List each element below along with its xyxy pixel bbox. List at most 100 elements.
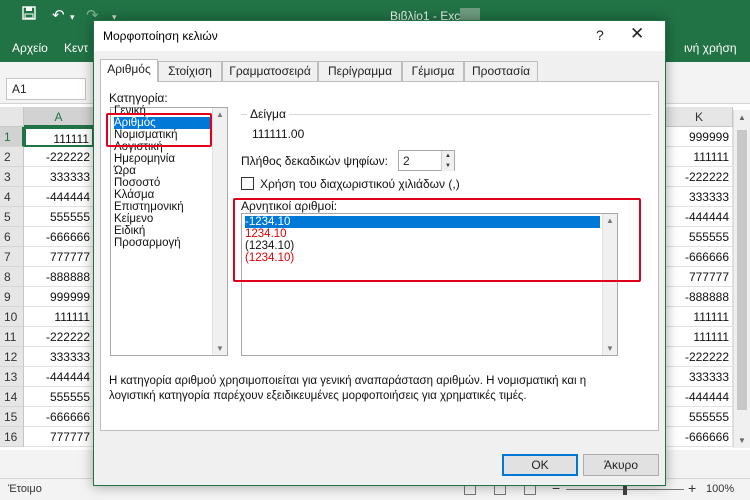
tab-number[interactable]: Αριθμός xyxy=(100,59,158,82)
row-header[interactable]: 5 xyxy=(0,207,24,227)
thousands-separator-checkbox[interactable] xyxy=(241,177,254,190)
category-item[interactable]: Ημερομηνία xyxy=(114,153,175,165)
cell-col-k[interactable]: 333333 xyxy=(666,187,733,207)
cell-col-a[interactable]: 555555 xyxy=(24,387,94,407)
status-ready: Έτοιμο xyxy=(8,483,42,495)
column-header-k[interactable]: K xyxy=(666,107,733,127)
cell-col-a[interactable]: 777777 xyxy=(24,427,94,447)
save-icon[interactable] xyxy=(22,6,36,24)
cell-col-a[interactable]: -444444 xyxy=(24,367,94,387)
row-header[interactable]: 8 xyxy=(0,267,24,287)
row-header[interactable]: 16 xyxy=(0,427,24,447)
close-icon[interactable]: ✕ xyxy=(630,24,644,44)
cell-col-k[interactable]: 555555 xyxy=(666,407,733,427)
cell-col-a[interactable]: 777777 xyxy=(24,247,94,267)
category-list-scrollbar[interactable]: ▲ ▼ xyxy=(212,108,227,355)
decimal-places-label: Πλήθος δεκαδικών ψηφίων: xyxy=(241,154,388,168)
sample-value: 111111.00 xyxy=(252,127,305,141)
cell-col-k[interactable]: 999999 xyxy=(666,127,733,147)
zoom-in-icon[interactable]: + xyxy=(688,480,696,496)
row-header[interactable]: 3 xyxy=(0,167,24,187)
category-item[interactable]: Επιστημονική xyxy=(114,201,184,213)
stepper-up-icon[interactable]: ▲ xyxy=(441,151,454,161)
cell-col-k[interactable]: 111111 xyxy=(666,147,733,167)
stepper-down-icon[interactable]: ▼ xyxy=(441,161,454,171)
tab-font[interactable]: Γραμματοσειρά xyxy=(222,61,318,81)
row-header[interactable]: 4 xyxy=(0,187,24,207)
cell-col-a[interactable]: -666666 xyxy=(24,407,94,427)
cell-col-k[interactable]: 333333 xyxy=(666,367,733,387)
ok-button[interactable]: OK xyxy=(502,454,578,476)
cell-col-k[interactable]: -666666 xyxy=(666,427,733,447)
row-header[interactable]: 12 xyxy=(0,347,24,367)
cell-col-k[interactable]: 111111 xyxy=(666,327,733,347)
thousands-separator-label[interactable]: Χρήση του διαχωριστικού χιλιάδων (,) xyxy=(260,177,460,191)
cell-col-a[interactable]: -444444 xyxy=(24,187,94,207)
highlight-number-category xyxy=(106,113,212,147)
row-header[interactable]: 6 xyxy=(0,227,24,247)
category-item[interactable]: Ειδική xyxy=(114,225,145,237)
scroll-down-icon[interactable]: ▼ xyxy=(738,436,746,445)
row-header[interactable]: 15 xyxy=(0,407,24,427)
cell-col-a[interactable]: 333333 xyxy=(24,347,94,367)
ribbon-tab-file[interactable]: Αρχείο xyxy=(12,41,48,55)
row-header[interactable]: 13 xyxy=(0,367,24,387)
column-header-a[interactable]: A xyxy=(24,107,94,127)
sample-label: Δείγμα xyxy=(247,107,289,121)
category-item[interactable]: Κείμενο xyxy=(114,213,153,225)
row-header[interactable]: 11 xyxy=(0,327,24,347)
cell-col-k[interactable]: -444444 xyxy=(666,207,733,227)
category-item[interactable]: Ποσοστό xyxy=(114,177,160,189)
category-item[interactable]: Προσαρμογή xyxy=(114,237,181,249)
cell-col-k[interactable]: 111111 xyxy=(666,307,733,327)
row-header[interactable]: 10 xyxy=(0,307,24,327)
cell-col-a[interactable]: 999999 xyxy=(24,287,94,307)
name-box[interactable]: A1 xyxy=(6,78,86,100)
category-label: Κατηγορία: xyxy=(109,91,168,105)
cell-col-a[interactable]: -666666 xyxy=(24,227,94,247)
ribbon-tab-shared[interactable]: ινή χρήση xyxy=(684,41,737,55)
scroll-up-icon[interactable]: ▲ xyxy=(216,110,224,119)
vertical-scrollbar[interactable]: ▲ ▼ xyxy=(733,110,750,448)
row-header[interactable]: 7 xyxy=(0,247,24,267)
category-item[interactable]: Ώρα xyxy=(114,165,136,177)
ribbon-tab-home[interactable]: Κεντ xyxy=(64,41,88,55)
help-button[interactable]: ? xyxy=(596,27,604,43)
row-header[interactable]: 9 xyxy=(0,287,24,307)
row-header[interactable]: 1 xyxy=(0,127,24,147)
scroll-down-icon[interactable]: ▼ xyxy=(216,344,224,353)
scroll-thumb[interactable] xyxy=(737,130,747,410)
decimal-places-stepper[interactable]: 2 ▲ ▼ xyxy=(398,150,455,171)
scroll-down-icon[interactable]: ▼ xyxy=(606,344,614,353)
cell-col-k[interactable]: -666666 xyxy=(666,247,733,267)
undo-dropdown-icon[interactable]: ▾ xyxy=(70,12,75,23)
row-header[interactable]: 2 xyxy=(0,147,24,167)
category-description: Η κατηγορία αριθμού χρησιμοποιείται για … xyxy=(109,375,587,402)
active-cell-a1[interactable]: 111111 xyxy=(24,127,94,147)
cell-col-k[interactable]: -888888 xyxy=(666,287,733,307)
cell-col-k[interactable]: 777777 xyxy=(666,267,733,287)
cell-col-a[interactable]: 333333 xyxy=(24,167,94,187)
format-cells-dialog: Μορφοποίηση κελιών ? ✕ Αριθμός Στοίχιση … xyxy=(93,20,666,486)
tab-border[interactable]: Περίγραμμα xyxy=(318,61,402,81)
tab-fill[interactable]: Γέμισμα xyxy=(402,61,464,81)
cell-col-k[interactable]: 555555 xyxy=(666,227,733,247)
tab-protection[interactable]: Προστασία xyxy=(464,61,538,81)
cell-col-a[interactable]: -888888 xyxy=(24,267,94,287)
cell-col-k[interactable]: -222222 xyxy=(666,347,733,367)
cell-col-a[interactable]: 111111 xyxy=(24,307,94,327)
scroll-up-icon[interactable]: ▲ xyxy=(738,113,746,122)
cell-col-a[interactable]: 555555 xyxy=(24,207,94,227)
select-all-corner[interactable] xyxy=(0,107,24,127)
cell-col-a[interactable]: -222222 xyxy=(24,147,94,167)
cell-col-k[interactable]: -444444 xyxy=(666,387,733,407)
decimal-places-value[interactable]: 2 xyxy=(403,154,410,168)
row-header[interactable]: 14 xyxy=(0,387,24,407)
zoom-level[interactable]: 100% xyxy=(706,483,734,495)
tab-alignment[interactable]: Στοίχιση xyxy=(158,61,222,81)
cell-col-k[interactable]: -222222 xyxy=(666,167,733,187)
undo-icon[interactable]: ↶ xyxy=(52,6,65,24)
cell-col-a[interactable]: -222222 xyxy=(24,327,94,347)
category-item[interactable]: Κλάσμα xyxy=(114,189,154,201)
cancel-button[interactable]: Άκυρο xyxy=(583,454,659,476)
